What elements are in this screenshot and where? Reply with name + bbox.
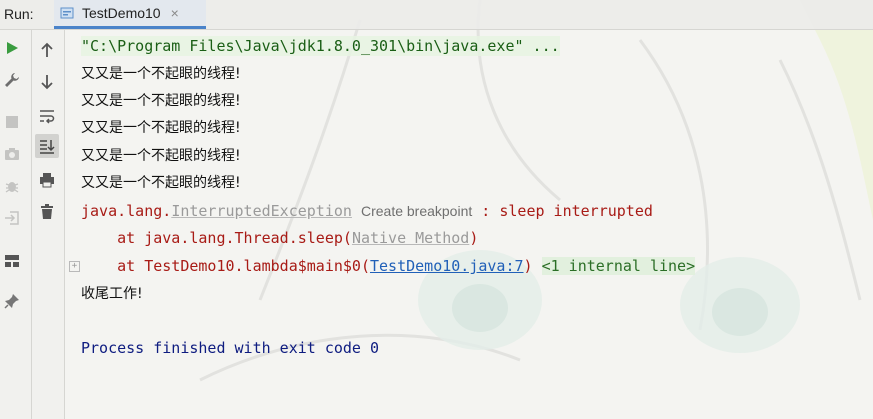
pin-tab-button[interactable] xyxy=(0,289,24,313)
native-method-link[interactable]: Native Method xyxy=(352,229,469,247)
close-icon[interactable]: × xyxy=(171,5,179,21)
bug-icon xyxy=(5,182,19,193)
exception-line: java.lang.InterruptedException Create br… xyxy=(81,201,653,221)
settings-button[interactable] xyxy=(0,68,24,92)
exception-prefix: java.lang. xyxy=(81,202,172,220)
stack-trace-line: at TestDemo10.lambda$main$0(TestDemo10.j… xyxy=(81,256,696,276)
layout-icon xyxy=(5,255,19,267)
java-class-icon xyxy=(60,7,74,19)
stack-trace-line: at java.lang.Thread.sleep(Native Method) xyxy=(81,228,478,248)
run-toolbar-primary xyxy=(0,30,32,419)
soft-wrap-icon xyxy=(40,110,55,124)
trash-icon xyxy=(41,204,53,219)
previous-occurrence-button[interactable] xyxy=(35,38,59,62)
clear-all-button[interactable] xyxy=(35,200,59,224)
output-line: 又又是一个不起眼的线程! xyxy=(81,148,241,164)
next-occurrence-button[interactable] xyxy=(35,70,59,94)
scroll-to-end-button[interactable] xyxy=(35,134,59,158)
run-toolbar-secondary xyxy=(32,30,65,419)
dump-threads-button[interactable] xyxy=(0,142,24,166)
trace-suffix: ) xyxy=(523,257,533,275)
source-file-link[interactable]: TestDemo10.java:7 xyxy=(370,257,524,275)
output-line: 又又是一个不起眼的线程! xyxy=(81,66,241,82)
login-icon xyxy=(5,211,19,225)
up-arrow-icon xyxy=(41,42,53,57)
output-line: 又又是一个不起眼的线程! xyxy=(81,175,241,191)
command-line: "C:\Program Files\Java\jdk1.8.0_301\bin\… xyxy=(81,36,560,56)
print-button[interactable] xyxy=(35,168,59,192)
run-label: Run: xyxy=(4,6,34,22)
rerun-button[interactable] xyxy=(0,36,24,60)
run-toolwindow-header: Run: TestDemo10 × xyxy=(0,0,873,30)
process-exit-message: Process finished with exit code 0 xyxy=(81,339,380,357)
stop-button[interactable] xyxy=(0,110,24,134)
exception-message: : sleep interrupted xyxy=(472,202,653,220)
camera-icon xyxy=(5,148,19,160)
trace-prefix: at java.lang.Thread.sleep( xyxy=(81,229,352,247)
trace-prefix: at TestDemo10.lambda$main$0( xyxy=(81,257,370,275)
output-line: 又又是一个不起眼的线程! xyxy=(81,120,241,136)
trace-suffix: ) xyxy=(469,229,479,247)
output-line: 收尾工作! xyxy=(81,286,143,302)
expand-fold-icon[interactable]: + xyxy=(69,261,80,272)
exception-class-link[interactable]: InterruptedException xyxy=(171,202,352,220)
layout-button[interactable] xyxy=(0,249,24,273)
tab-title: TestDemo10 xyxy=(82,5,161,21)
internal-lines-fold[interactable]: <1 internal line> xyxy=(541,257,696,275)
create-breakpoint-link[interactable]: Create breakpoint xyxy=(361,203,472,219)
debug-button[interactable] xyxy=(0,174,24,198)
print-icon xyxy=(40,173,54,188)
stop-icon xyxy=(6,116,18,128)
soft-wrap-button[interactable] xyxy=(35,104,59,128)
down-arrow-icon xyxy=(41,75,53,90)
import-button[interactable] xyxy=(0,206,24,230)
tab-testdemo10[interactable]: TestDemo10 × xyxy=(54,0,206,29)
wrench-icon xyxy=(5,73,19,87)
run-icon xyxy=(7,42,18,54)
pin-icon xyxy=(4,294,19,309)
console-output[interactable]: "C:\Program Files\Java\jdk1.8.0_301\bin\… xyxy=(66,30,873,419)
output-line: 又又是一个不起眼的线程! xyxy=(81,93,241,109)
scroll-to-end-icon xyxy=(40,140,55,154)
